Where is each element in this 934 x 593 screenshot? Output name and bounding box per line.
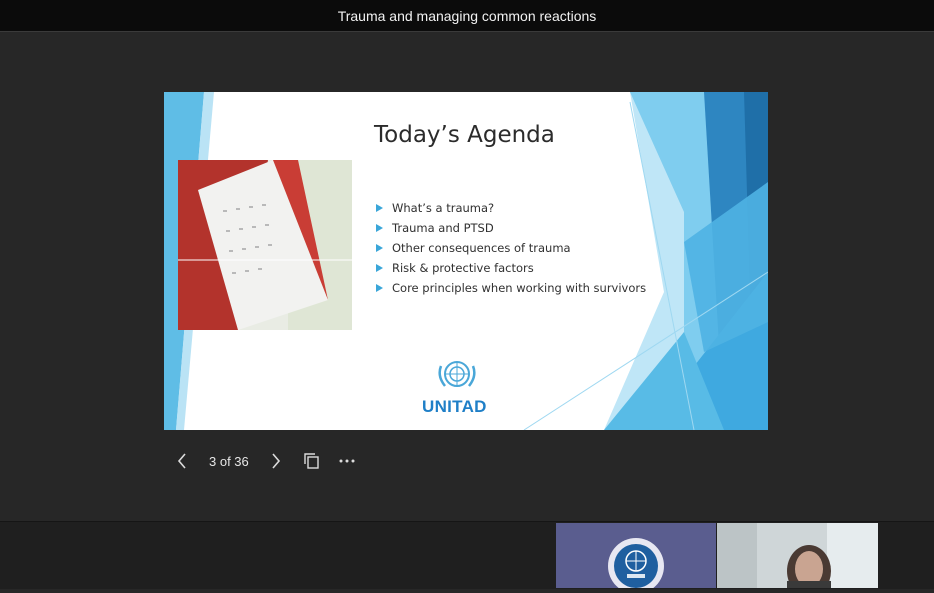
agenda-item-text: Risk & protective factors [392,261,534,275]
agenda-item-text: What’s a trauma? [392,201,495,215]
agenda-item-text: Trauma and PTSD [392,221,494,235]
slide-controls: 3 of 36 [170,449,370,473]
agenda-list: What’s a trauma? Trauma and PTSD Other c… [376,198,646,298]
page-indicator: 3 of 36 [209,453,249,469]
chevron-left-icon[interactable] [174,449,190,473]
un-emblem-icon [438,361,476,387]
agenda-item: Risk & protective factors [376,258,646,278]
window-title: Trauma and managing common reactions [337,7,597,24]
agenda-item-text: Core principles when working with surviv… [392,281,647,295]
bullet-icon [376,244,383,252]
presentation-slide[interactable]: Today’s Agenda What’s a trauma? Trauma a… [164,92,768,430]
un-emblem-icon [608,538,664,593]
chevron-right-icon[interactable] [268,449,284,473]
more-options-icon[interactable] [336,449,358,473]
participant-tile-logo[interactable] [556,523,716,593]
agenda-item: Other consequences of trauma [376,238,646,258]
calendar-photo [178,160,352,330]
bullet-icon [376,284,383,292]
agenda-item: Core principles when working with surviv… [376,278,646,298]
participant-video [717,523,878,588]
bullet-icon [376,204,383,212]
window-titlebar: Trauma and managing common reactions [0,0,934,32]
participant-video-tile[interactable] [717,523,878,588]
bullet-icon [376,264,383,272]
bullet-icon [376,224,383,232]
slides-grid-icon[interactable] [301,449,321,473]
unitad-logo-text: UNITAD [422,397,487,416]
agenda-item: Trauma and PTSD [376,218,646,238]
agenda-item-text: Other consequences of trauma [392,241,571,255]
agenda-item: What’s a trauma? [376,198,646,218]
slide-title: Today’s Agenda [374,122,555,148]
